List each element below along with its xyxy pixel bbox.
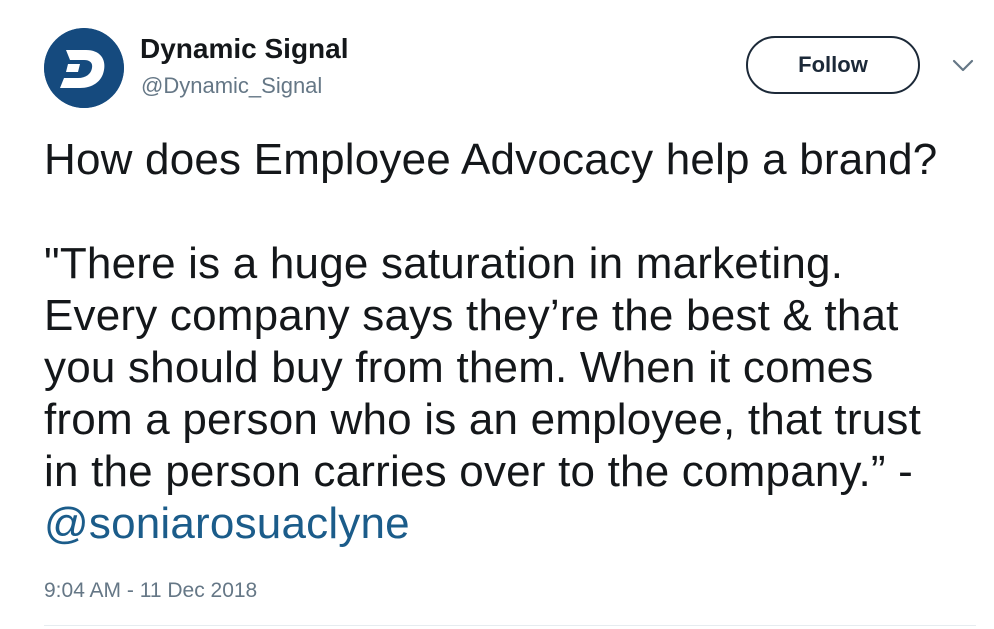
author-name[interactable]: Dynamic Signal	[140, 32, 349, 66]
tweet-text: How does Employee Advocacy help a brand?…	[44, 134, 974, 550]
chevron-down-icon[interactable]	[950, 56, 976, 76]
tweet-line: from a person who is an employee, that t…	[44, 395, 922, 444]
tweet-card: Dynamic Signal @Dynamic_Signal Follow Ho…	[0, 0, 994, 629]
tweet-line: in the person carries over to the compan…	[44, 447, 914, 496]
tweet-line: you should buy from them. When it comes	[44, 343, 874, 392]
follow-button[interactable]: Follow	[746, 36, 920, 94]
tweet-line: Every company says they’re the best & th…	[44, 291, 899, 340]
tweet-line: How does Employee Advocacy help a brand?	[44, 135, 938, 184]
avatar[interactable]	[44, 28, 124, 108]
tweet-line: "There is a huge saturation in marketing…	[44, 239, 844, 288]
mention-link[interactable]: @soniarosuaclyne	[44, 499, 410, 548]
author-handle[interactable]: @Dynamic_Signal	[141, 72, 322, 100]
tweet-timestamp[interactable]: 9:04 AM - 11 Dec 2018	[44, 577, 257, 605]
dynamic-signal-logo-icon	[44, 28, 124, 108]
divider	[44, 625, 976, 626]
